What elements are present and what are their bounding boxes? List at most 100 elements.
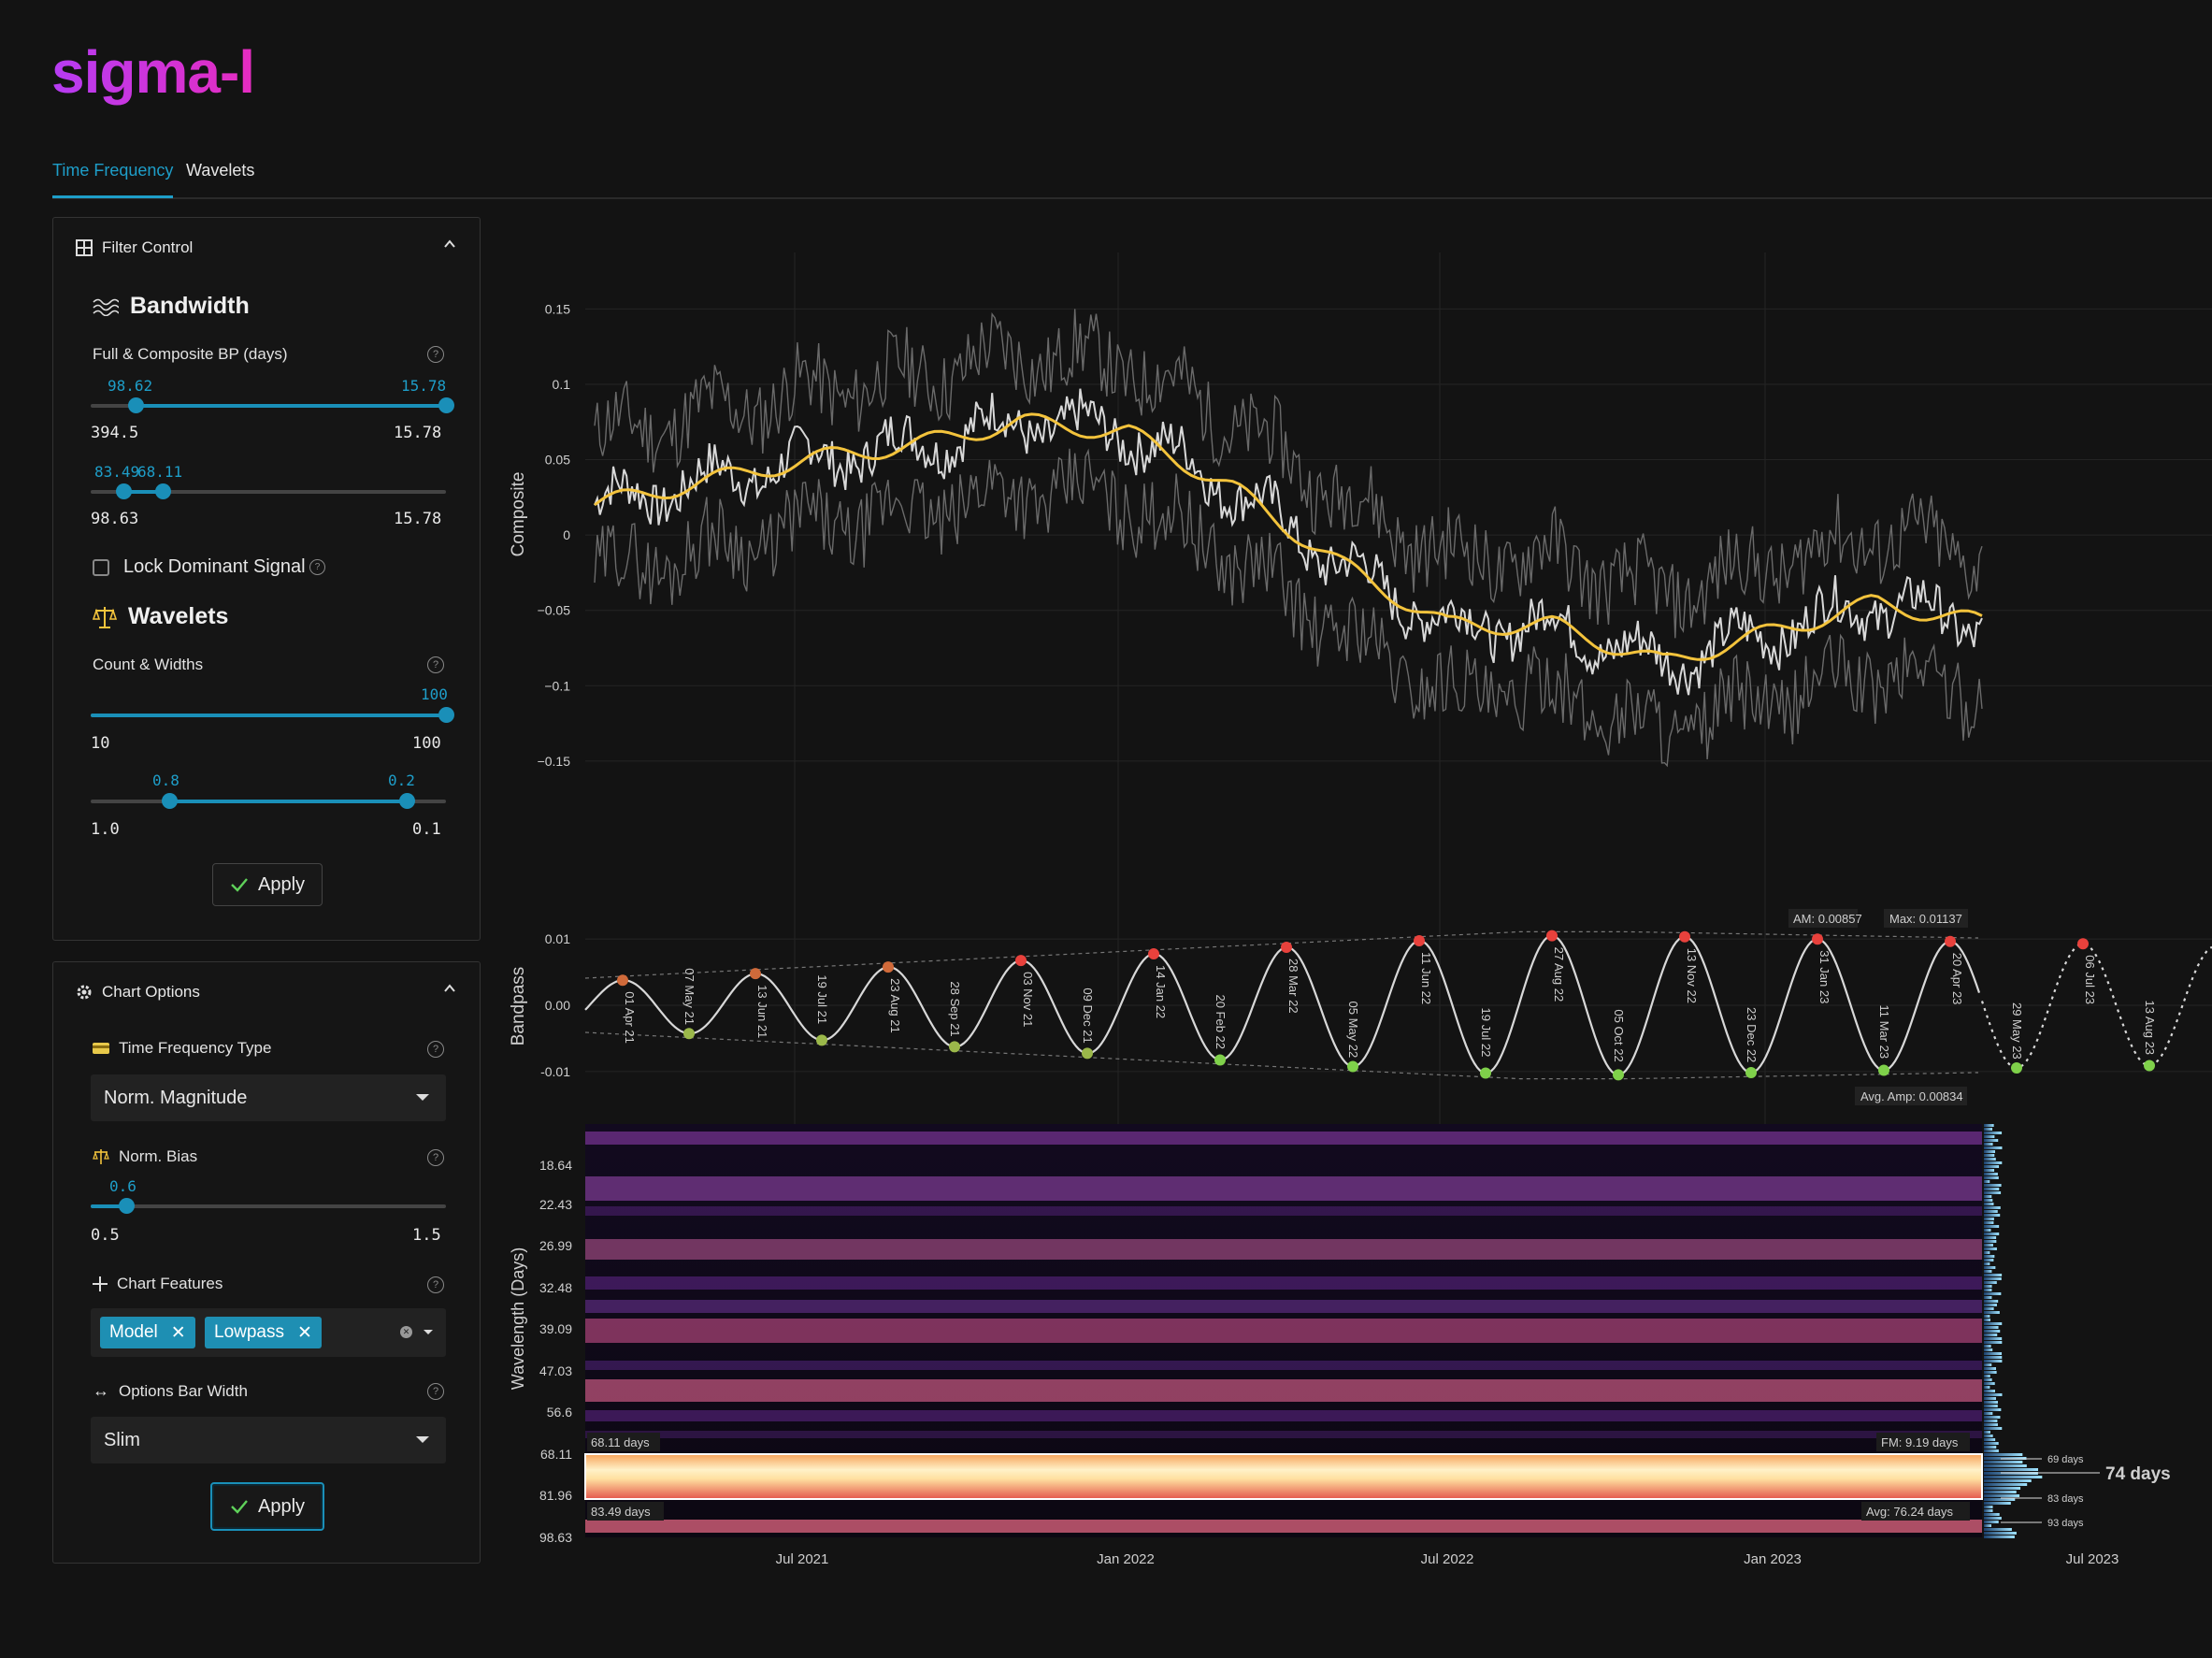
y-tick-label: 0 (563, 527, 570, 542)
bandwidth-slider1[interactable] (91, 397, 454, 413)
slider-handle-right[interactable] (438, 397, 454, 413)
y-tick-label: 32.48 (539, 1280, 572, 1295)
remove-chip-icon[interactable]: ✕ (297, 1322, 312, 1344)
histogram-bar (1984, 1251, 1990, 1254)
slider-handle-left[interactable] (162, 793, 178, 809)
bandwidth-slider1-left-value: 98.62 (108, 377, 153, 395)
chevron-up-icon[interactable] (444, 983, 455, 994)
y-tick-label: 0.15 (545, 301, 570, 316)
help-icon[interactable]: ? (427, 346, 444, 363)
histogram-bar (1984, 1390, 1995, 1392)
peak-marker (750, 968, 761, 980)
histogram-bar (1984, 1468, 2039, 1471)
composite-axis-label: Composite (509, 472, 528, 557)
chevron-down-icon[interactable] (424, 1330, 433, 1334)
histogram-bar (1984, 1464, 2027, 1467)
histogram-bar (1984, 1483, 2028, 1486)
y-tick-label: −0.15 (538, 754, 571, 769)
spectrogram-band (585, 1176, 1982, 1201)
trough-marker (2011, 1061, 2022, 1074)
slider-handle-left[interactable] (128, 397, 144, 413)
grid-icon (76, 239, 93, 256)
bandwidth-label: Full & Composite BP (days) (93, 345, 288, 363)
lock-dominant-label: Lock Dominant Signal (123, 556, 306, 577)
help-icon[interactable]: ? (427, 1383, 444, 1400)
help-icon[interactable]: ? (427, 656, 444, 673)
time-frequency-chart[interactable]: Composite 0.15 0.1 0.05 0 −0.05 −0.1 −0.15 Ban… (505, 215, 2212, 1580)
histogram-bar (1984, 1259, 1994, 1262)
lock-dominant-checkbox[interactable] (93, 559, 109, 576)
wavelet-count-slider[interactable] (91, 707, 454, 723)
options-bar-width-select[interactable]: Slim (91, 1417, 446, 1463)
slider-handle-left[interactable] (116, 483, 132, 499)
peak-marker (1281, 942, 1292, 954)
histogram-bar (1984, 1173, 1998, 1175)
spectrogram-band (585, 1300, 1982, 1313)
histogram-bar (1984, 1509, 1993, 1512)
composite-line (594, 388, 1983, 696)
chevron-down-icon (416, 1436, 429, 1443)
help-icon[interactable]: ? (427, 1149, 444, 1166)
help-icon[interactable]: ? (309, 559, 325, 575)
chart-options-apply-button[interactable]: Apply (210, 1482, 324, 1531)
chart-features-multiselect[interactable]: Model ✕ Lowpass ✕ ✕ (91, 1308, 446, 1357)
histogram-bar (1984, 1397, 1996, 1400)
tf-type-select[interactable]: Norm. Magnitude (91, 1074, 446, 1121)
help-icon[interactable]: ? (427, 1041, 444, 1058)
histogram-bar (1984, 1180, 1990, 1183)
norm-bias-slider[interactable] (91, 1198, 446, 1214)
histogram-bar (1984, 1307, 1994, 1310)
clear-all-icon[interactable]: ✕ (400, 1326, 412, 1338)
histogram-bar (1984, 1438, 1996, 1441)
histogram-bar (1984, 1386, 1990, 1389)
histogram-bar (1984, 1371, 1997, 1374)
wavelength-side-histogram: 69 days 74 days 83 days 93 days (1984, 1124, 2171, 1538)
slider-handle[interactable] (438, 707, 454, 723)
wavelet-width-slider[interactable] (91, 793, 446, 809)
filter-control-header[interactable]: Filter Control (76, 238, 193, 257)
histogram-bar (1984, 1502, 2011, 1505)
trough-date-label: 19 Jul 22 (1479, 1008, 1493, 1058)
histogram-peak-label: 74 days (2105, 1464, 2171, 1484)
y-tick-label: −0.1 (544, 678, 570, 693)
peak-marker (883, 961, 894, 973)
histogram-bar (1984, 1521, 1999, 1523)
help-icon[interactable]: ? (427, 1276, 444, 1293)
histogram-bar (1984, 1506, 1993, 1508)
wavelets-count-max: 100 (412, 734, 441, 753)
trough-date-label: 13 Aug 23 (2143, 1000, 2157, 1055)
histogram-bar (1984, 1360, 2003, 1362)
bandpass-axis-label: Bandpass (509, 967, 528, 1046)
y-tick-label: -0.01 (540, 1064, 570, 1079)
histogram-bar (1984, 1420, 1998, 1422)
slider-handle-right[interactable] (155, 483, 171, 499)
trough-marker (816, 1034, 827, 1046)
dominant-band (585, 1454, 1982, 1499)
slider-handle-right[interactable] (399, 793, 415, 809)
bandwidth-slider2[interactable] (91, 483, 446, 499)
filter-apply-button[interactable]: Apply (212, 863, 323, 906)
spectrogram-band (585, 1431, 1982, 1438)
spectrogram-band (585, 1206, 1982, 1216)
chevron-up-icon[interactable] (444, 238, 455, 250)
slider-handle[interactable] (119, 1198, 135, 1214)
trough-marker (683, 1028, 695, 1040)
histogram-peak-label: 69 days (2047, 1454, 2084, 1465)
histogram-bar (1984, 1423, 1998, 1426)
tab-wavelets[interactable]: Wavelets (186, 161, 254, 195)
histogram-bar (1984, 1356, 2003, 1359)
histogram-bar (1984, 1240, 1997, 1243)
peak-date-label: 28 Mar 22 (1286, 959, 1300, 1014)
trough-date-label: 23 Dec 22 (1745, 1007, 1759, 1062)
peak-marker (1679, 930, 1690, 943)
spectrogram-band (585, 1379, 1982, 1402)
histogram-bar (1984, 1446, 1997, 1449)
trough-marker (1745, 1067, 1757, 1079)
histogram-bar (1984, 1277, 2002, 1280)
histogram-bar (1984, 1285, 1992, 1288)
tab-time-frequency[interactable]: Time Frequency (52, 161, 174, 198)
chart-options-header[interactable]: Chart Options (76, 983, 200, 1002)
peak-date-label: 20 Apr 23 (1950, 953, 1964, 1005)
peak-date-label: 27 Aug 22 (1552, 947, 1566, 1002)
remove-chip-icon[interactable]: ✕ (171, 1322, 186, 1344)
